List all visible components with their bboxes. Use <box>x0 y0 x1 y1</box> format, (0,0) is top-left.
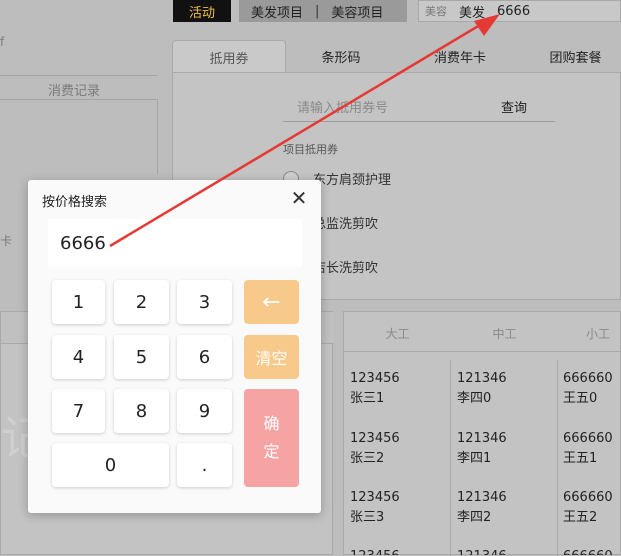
left-panel-divider <box>0 75 158 76</box>
staff-cell[interactable]: 123456 张三3 <box>350 488 400 528</box>
staff-cell[interactable]: 123456 张三1 <box>350 369 400 409</box>
col-divider <box>450 360 451 556</box>
left-vertical-line <box>157 99 158 174</box>
staff-cell[interactable]: 123456 <box>350 547 400 555</box>
staff-code: 123456 <box>350 431 400 446</box>
voucher-item-label: 店长洗剪吹 <box>313 261 379 276</box>
clear-button[interactable]: 清空 <box>244 335 299 379</box>
tab-group-package-label: 团购套餐 <box>549 51 602 66</box>
staff-cell[interactable]: 123456 张三2 <box>350 429 400 469</box>
confirm-label-2: 定 <box>263 442 280 461</box>
key-7[interactable]: 7 <box>52 389 105 433</box>
key-1[interactable]: 1 <box>52 280 105 324</box>
key-5[interactable]: 5 <box>114 335 169 379</box>
staff-cell[interactable]: 666660 <box>563 547 613 555</box>
tab-group-package[interactable]: 团购套餐 <box>530 40 621 73</box>
staff-cell[interactable]: 121346 李四0 <box>457 369 507 409</box>
staff-cell[interactable]: 666660 王五2 <box>563 488 613 528</box>
activity-button[interactable]: 活动 <box>173 0 231 22</box>
staff-code: 666660 <box>563 490 613 505</box>
tab-barcode[interactable]: 条形码 <box>286 40 396 73</box>
staff-name: 张三3 <box>350 510 385 525</box>
left-edge-card: 卡 <box>0 234 13 248</box>
voucher-item-label: 总监洗剪吹 <box>313 217 379 232</box>
staff-code: 666660 <box>563 371 613 386</box>
col-head-junior: 小工 <box>585 327 610 341</box>
price-display[interactable]: 6666 <box>48 219 302 267</box>
key-2[interactable]: 2 <box>114 280 169 324</box>
staff-cell[interactable]: 121346 <box>457 547 507 555</box>
staff-name: 王五1 <box>563 451 598 466</box>
staff-name: 李四1 <box>457 451 492 466</box>
key-4[interactable]: 4 <box>52 335 105 379</box>
left-edge-char: f <box>0 35 5 49</box>
staff-cell[interactable]: 121346 李四1 <box>457 429 507 469</box>
staff-code: 121346 <box>457 547 507 555</box>
voucher-placeholder: 请输入抵用券号 <box>297 101 389 116</box>
voucher-input[interactable]: 请输入抵用券号 查询 <box>283 91 555 122</box>
key-6[interactable]: 6 <box>177 335 232 379</box>
key-0[interactable]: 0 <box>52 443 169 487</box>
tab-voucher-label: 抵用券 <box>209 51 249 67</box>
staff-code: 121346 <box>457 490 507 505</box>
staff-code: 123456 <box>350 490 400 505</box>
staff-code: 666660 <box>563 431 613 446</box>
clear-label: 清空 <box>255 349 288 368</box>
staff-name: 李四2 <box>457 510 492 525</box>
voucher-section-title: 项目抵用券 <box>283 143 338 156</box>
key-8[interactable]: 8 <box>114 389 169 433</box>
activity-label: 活动 <box>188 5 215 21</box>
staff-cell[interactable]: 666660 王五0 <box>563 369 613 409</box>
staff-cell[interactable]: 121346 李四2 <box>457 488 507 528</box>
key-9[interactable]: 9 <box>177 389 232 433</box>
staff-cell[interactable]: 666660 王五1 <box>563 429 613 469</box>
tab-barcode-label: 条形码 <box>321 51 361 66</box>
staff-name: 王五2 <box>563 510 598 525</box>
backspace-button[interactable]: ← <box>244 280 299 324</box>
price-display-value: 6666 <box>60 232 106 254</box>
staff-name: 张三2 <box>350 451 385 466</box>
col-head-middle: 中工 <box>492 327 517 341</box>
staff-name: 王五0 <box>563 391 598 406</box>
staff-grid: 大工 中工 小工 123456 张三1 121346 李四0 666660 王五0 1… <box>343 311 621 556</box>
search-category: 美发 <box>459 5 486 21</box>
confirm-label-1: 确 <box>263 414 280 433</box>
staff-name: 李四0 <box>457 391 492 406</box>
col-divider <box>557 360 558 556</box>
tab-annual-card-label: 消费年卡 <box>433 51 486 66</box>
key-dot[interactable]: . <box>177 443 232 487</box>
search-prefix: 美容 <box>425 5 447 18</box>
segment-hair[interactable]: 美发项目 <box>239 2 315 21</box>
voucher-item-label: 东方肩颈护理 <box>313 173 392 188</box>
staff-code: 666660 <box>563 547 613 555</box>
staff-name: 张三1 <box>350 391 385 406</box>
tab-voucher[interactable]: 抵用券 <box>172 40 286 73</box>
staff-code: 121346 <box>457 371 507 386</box>
consumption-record-header: 消费记录 <box>48 84 101 99</box>
segment-beauty[interactable]: 美容项目 <box>319 2 395 21</box>
top-search-input[interactable]: 美容 美发 6666 <box>418 0 621 22</box>
voucher-query-button[interactable]: 查询 <box>501 97 527 116</box>
price-search-dialog: 按价格搜索 ✕ 6666 1 2 3 4 5 6 7 8 9 0 . ← 清空 … <box>28 180 321 513</box>
tab-annual-card[interactable]: 消费年卡 <box>404 40 516 73</box>
search-value: 6666 <box>497 3 531 19</box>
dialog-title: 按价格搜索 <box>42 195 108 210</box>
arrow-left-icon: ← <box>262 289 281 315</box>
col-head-senior: 大工 <box>385 327 410 341</box>
key-3[interactable]: 3 <box>177 280 232 324</box>
close-icon[interactable]: ✕ <box>287 186 311 210</box>
project-segment: 美发项目 | 美容项目 <box>239 0 407 22</box>
confirm-button[interactable]: 确 定 <box>244 389 299 487</box>
staff-code: 123456 <box>350 547 400 555</box>
staff-code: 121346 <box>457 431 507 446</box>
left-header-line <box>0 99 158 100</box>
staff-code: 123456 <box>350 371 400 386</box>
